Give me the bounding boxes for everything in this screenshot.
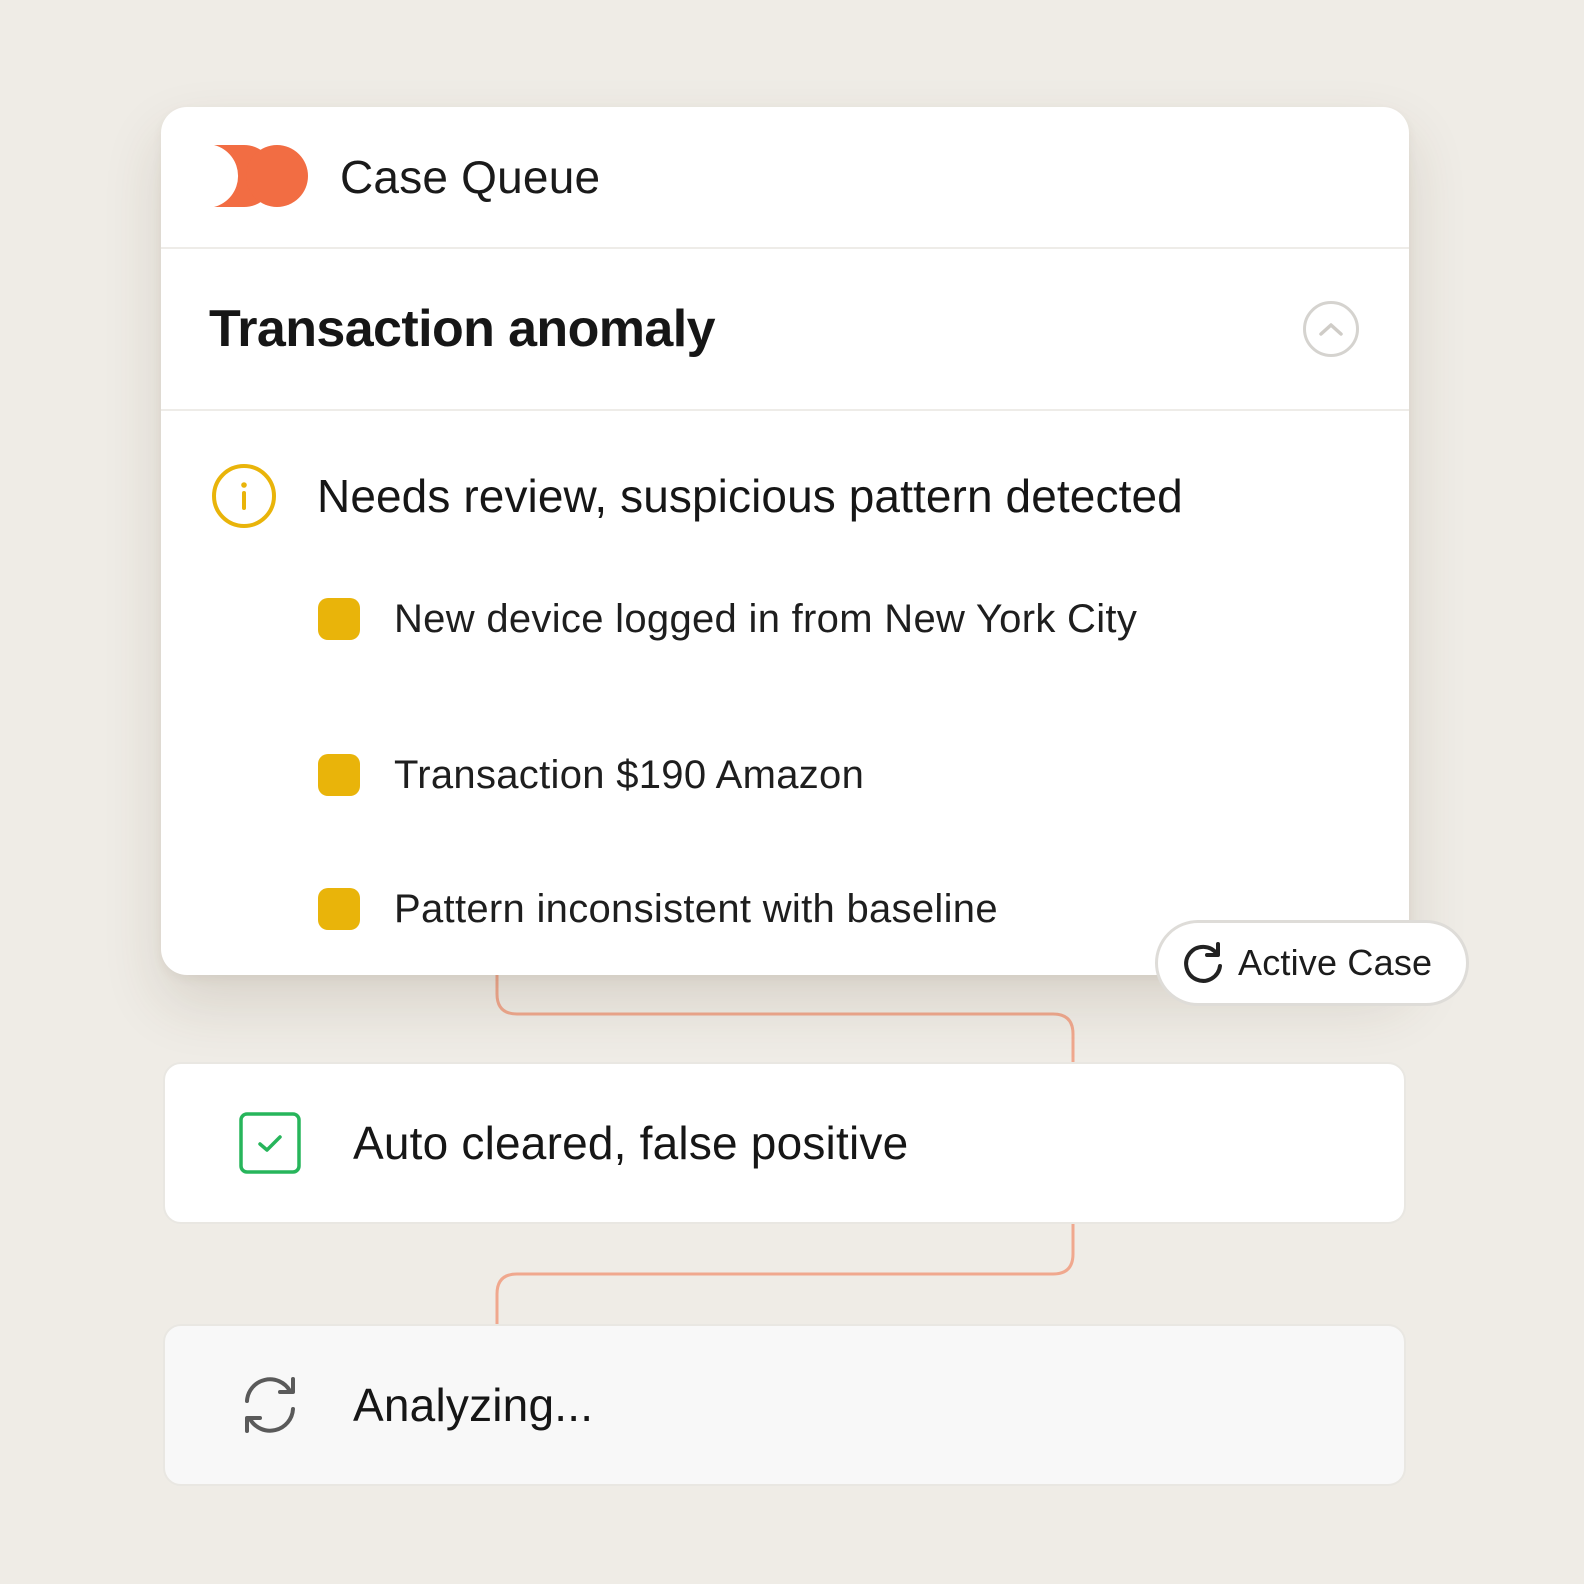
auto-cleared-card[interactable]: Auto cleared, false positive	[163, 1062, 1406, 1224]
case-card: Case Queue Transaction anomaly Needs rev…	[161, 107, 1409, 975]
connector-line-1	[495, 966, 1075, 1062]
info-icon	[212, 464, 276, 528]
refresh-icon	[1184, 942, 1222, 983]
card-header: Case Queue	[161, 107, 1409, 249]
reason-label: Pattern inconsistent with baseline	[394, 886, 998, 931]
chevron-up-icon	[1319, 323, 1343, 336]
check-box-icon	[239, 1112, 301, 1174]
brand-logo-icon	[214, 145, 308, 207]
reason-list: New device logged in from New York City …	[161, 574, 1409, 975]
reason-label: Transaction $190 Amazon	[394, 752, 865, 797]
active-case-label: Active Case	[1238, 942, 1433, 983]
app-title: Case Queue	[340, 151, 601, 203]
status-text: Needs review, suspicious pattern detecte…	[317, 470, 1183, 522]
warning-bullet-icon	[318, 888, 360, 930]
analyzing-label: Analyzing...	[353, 1379, 594, 1431]
collapse-button[interactable]	[1303, 301, 1359, 357]
case-section-header: Transaction anomaly	[161, 249, 1409, 411]
list-item: Transaction $190 Amazon	[318, 708, 1409, 842]
case-status: Needs review, suspicious pattern detecte…	[161, 462, 1409, 530]
warning-bullet-icon	[318, 754, 360, 796]
active-case-badge[interactable]: Active Case	[1155, 920, 1469, 1006]
warning-bullet-icon	[318, 598, 360, 640]
auto-cleared-label: Auto cleared, false positive	[353, 1117, 909, 1169]
connector-line-2	[495, 1224, 1075, 1324]
list-item: New device logged in from New York City	[318, 574, 1409, 664]
reason-label: New device logged in from New York City	[394, 596, 1138, 641]
sync-icon	[245, 1377, 295, 1433]
analyzing-card[interactable]: Analyzing...	[163, 1324, 1406, 1486]
case-title: Transaction anomaly	[209, 300, 715, 358]
